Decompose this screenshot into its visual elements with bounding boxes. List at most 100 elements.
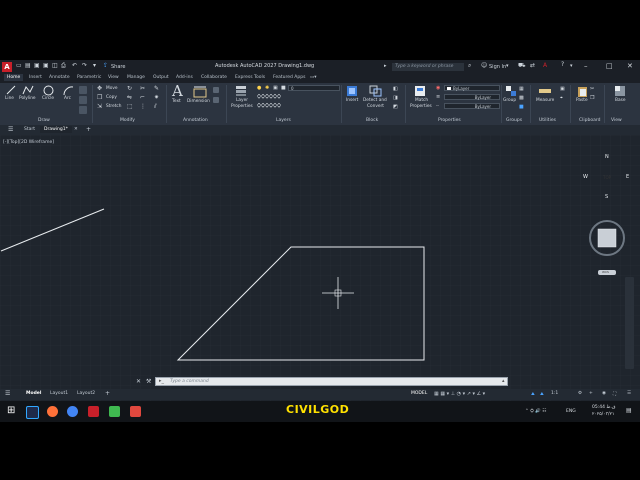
properties-panel-title[interactable]: Properties [438,118,461,123]
print-icon[interactable]: ⎙ [61,62,66,70]
move-icon[interactable]: ✥ [97,85,102,92]
application-menu-button[interactable]: A [2,62,12,72]
tab-output[interactable]: Output [153,75,169,80]
stretch-icon[interactable]: ⇲ [97,103,102,110]
autocad-taskbar-icon[interactable] [88,406,99,417]
base-tool-label[interactable]: Base [615,98,625,103]
camtasia-icon[interactable] [109,406,120,417]
tab-parametric[interactable]: Parametric [77,75,101,80]
new-icon[interactable]: ▭ [16,62,22,69]
new-layout-icon[interactable]: + [105,390,110,397]
search-icon[interactable]: ⌕ [468,62,471,70]
status-tools-icon[interactable]: ▦ ▦ ▾ ⊥ ◔ ▾ ↗ ▾ ∠ ▾ [434,391,485,397]
web-icon[interactable]: ◫ [52,62,58,69]
firefox-icon[interactable] [47,406,58,417]
modify-panel-title[interactable]: Modify [120,118,135,123]
gradient-icon[interactable] [79,106,87,114]
recorder-icon[interactable] [130,406,141,417]
help-dropdown-icon[interactable]: ▾ [570,63,573,69]
rectangle-icon[interactable] [79,86,87,94]
scale-icon[interactable]: ⬚ [127,103,133,110]
layer-properties-label-line1[interactable]: Layer [236,98,248,103]
tab-collaborate[interactable]: Collaborate [201,75,227,80]
layout-menu-icon[interactable]: ☰ [5,390,10,397]
erase-icon[interactable]: ✎ [154,85,159,92]
ungroup-icon[interactable]: ▦ [519,86,524,92]
match-properties-label-line2[interactable]: Properties [410,104,432,109]
model-space-button[interactable]: MODEL [411,391,427,396]
linetype-dropdown[interactable]: ByLayer [444,103,500,109]
viewcube-west[interactable]: W [583,174,588,180]
view-panel-title[interactable]: View [611,118,622,123]
layer-on-icon[interactable]: ● [257,85,261,91]
copy-label[interactable]: Copy [106,95,117,100]
annotation-scale-value[interactable]: 1:1 [551,391,558,396]
drawing-canvas[interactable] [0,135,640,405]
tab-express-tools[interactable]: Express Tools [235,75,265,80]
lineweight-dropdown[interactable]: ByLayer [444,94,500,100]
file-tab-start[interactable]: Start [20,126,39,133]
annotation-scale-icon[interactable]: ⛰ [531,391,535,397]
open-icon[interactable]: ▤ [25,62,31,69]
share-button[interactable]: Share [111,64,125,70]
line-tool-label[interactable]: Line [5,96,14,101]
groups-panel-title[interactable]: Groups [506,118,522,123]
insert-tool-label[interactable]: Insert [346,98,358,103]
trim-icon[interactable]: ✂ [140,85,145,92]
measure-icon[interactable] [538,86,552,96]
detect-convert-label-line1[interactable]: Detect and [363,98,387,103]
workspace-gear-icon[interactable]: ⚙ [578,391,582,396]
clipboard-panel-title[interactable]: Clipboard [579,118,601,123]
help-search-input[interactable]: Type a keyword or phrase [392,63,464,71]
detect-convert-label-line2[interactable]: Convert [367,104,384,109]
layer-freeze-icon[interactable]: ✺ [265,85,269,91]
help-icon[interactable]: ? [561,61,564,68]
cart-icon[interactable]: ⛟ [518,62,526,70]
command-history-icon[interactable]: ▴ [502,378,505,384]
tab-home[interactable]: Home [4,74,24,81]
stretch-label[interactable]: Stretch [106,104,122,109]
table-icon[interactable] [213,97,219,103]
layer-tools-row1-icon[interactable]: ⛭⛭⛭⛭⛭⛭ [257,94,281,100]
tab-manage[interactable]: Manage [127,75,145,80]
utility-2-icon[interactable]: ⌖ [560,95,563,101]
detect-convert-icon[interactable] [369,85,382,97]
command-line-input[interactable]: Type a command [155,377,508,386]
polyline-icon[interactable] [22,85,34,95]
hatch-icon[interactable] [79,96,87,104]
draw-panel-title[interactable]: Draw [38,118,50,123]
layer-lock-icon[interactable]: ▣ [273,85,278,91]
group-edit-icon[interactable]: ▩ [519,95,524,101]
layers-panel-title[interactable]: Layers [276,118,291,123]
polyline-tool-label[interactable]: Polyline [19,96,36,101]
offset-icon[interactable]: ⫽ [154,103,157,111]
sign-in-button[interactable]: Sign In [489,64,506,70]
command-customize-icon[interactable]: ⚒ [146,378,151,385]
cut-icon[interactable]: ✂ [590,86,594,92]
base-view-icon[interactable] [614,85,626,97]
new-tab-icon[interactable]: + [82,125,95,134]
dimension-tool-label[interactable]: Dimension [187,99,210,104]
fillet-icon[interactable]: ⌐ [140,94,145,101]
model-tab[interactable]: Model [26,391,41,396]
viewcube-top[interactable]: TOP [603,175,611,180]
close-icon[interactable]: ✕ [627,62,633,70]
navigation-bar[interactable] [625,277,634,369]
text-tool-label[interactable]: Text [172,99,181,104]
block-tool-2-icon[interactable]: ◨ [393,95,398,101]
ribbon-options-icon[interactable]: ▭▾ [310,75,317,80]
photoshop-icon[interactable] [26,406,39,419]
text-icon[interactable]: A [172,82,183,100]
viewcube-east[interactable]: E [626,174,629,180]
match-properties-icon[interactable] [414,85,426,97]
sign-in-dropdown-icon[interactable]: ▾ [506,63,509,69]
minimize-icon[interactable]: – [584,62,588,70]
dimension-icon[interactable] [192,86,208,98]
fullscreen-icon[interactable]: ⛶ [613,391,616,397]
array-icon[interactable]: ⋮ [140,103,146,110]
paste-icon[interactable] [577,85,588,97]
leader-icon[interactable] [213,87,219,93]
layout2-tab[interactable]: Layout2 [77,391,95,396]
layer-dropdown[interactable]: 0 [288,85,340,91]
tray-icons[interactable]: ⌃ ⛭ 🔊 ☷ [525,408,546,414]
